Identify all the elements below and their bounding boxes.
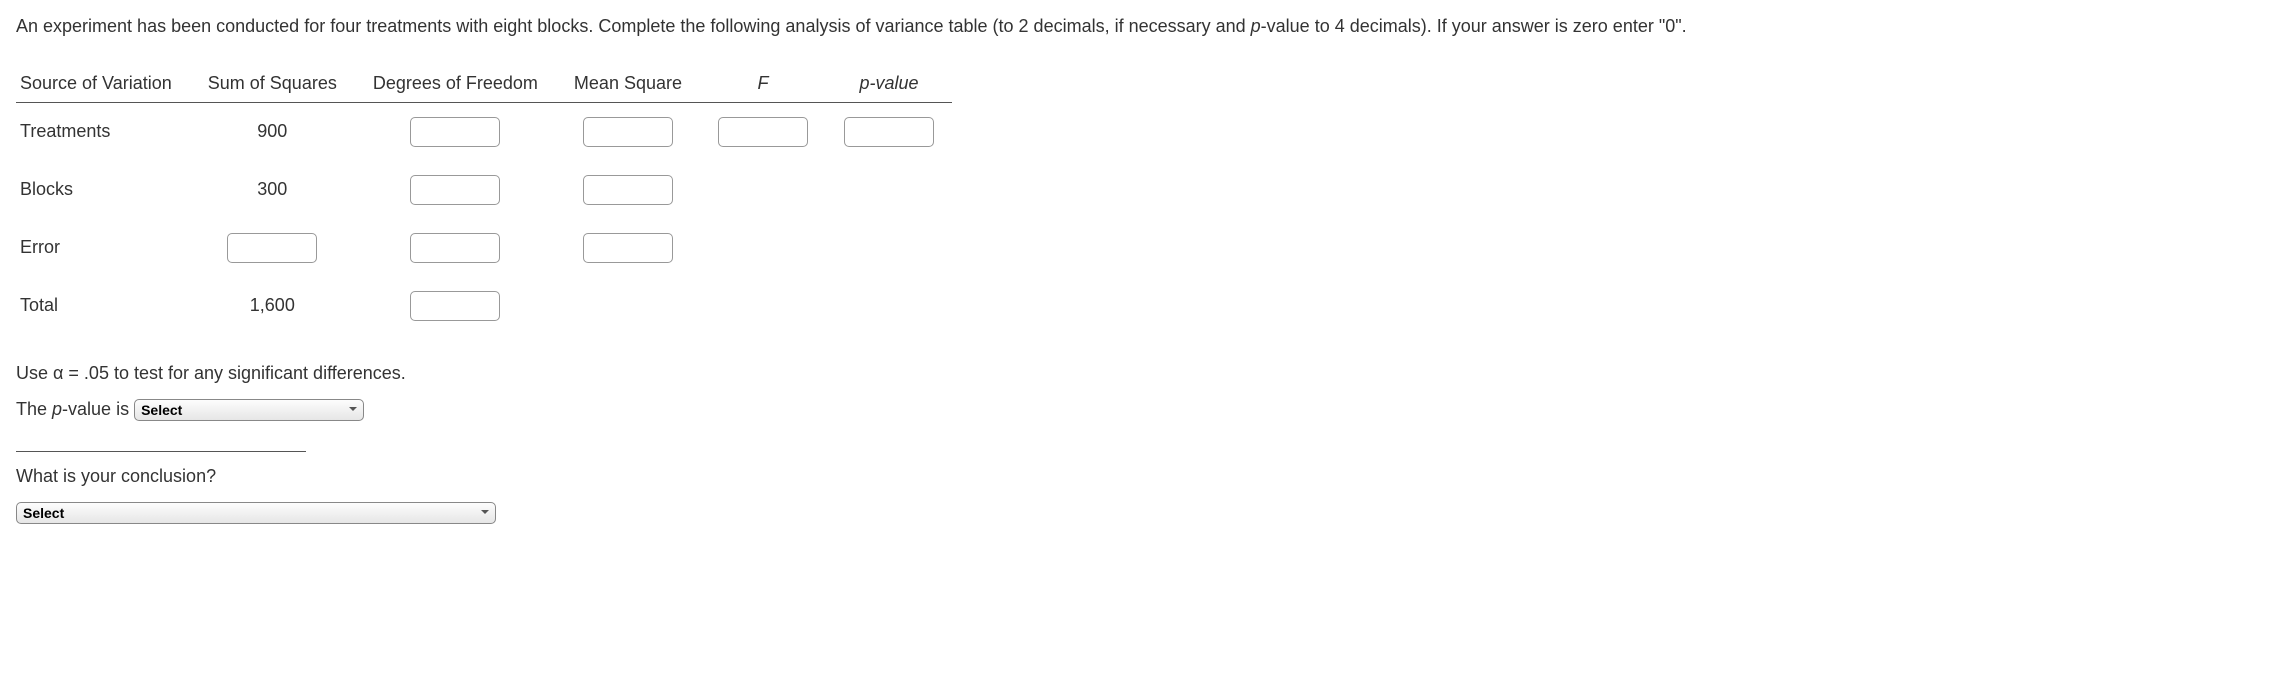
anova-table: Source of Variation Sum of Squares Degre… (16, 65, 952, 335)
ms-blocks-input[interactable] (583, 175, 673, 205)
intro-p-italic: p (1251, 16, 1261, 36)
problem-statement: An experiment has been conducted for fou… (16, 12, 2274, 41)
header-ss: Sum of Squares (190, 65, 355, 103)
ms-treatments-input[interactable] (583, 117, 673, 147)
header-df: Degrees of Freedom (355, 65, 556, 103)
label-total: Total (16, 277, 190, 335)
header-source: Source of Variation (16, 65, 190, 103)
row-treatments: Treatments 900 (16, 102, 952, 161)
pvalue-line: The p-value is Select (16, 391, 2274, 427)
df-treatments-input[interactable] (410, 117, 500, 147)
f-treatments-input[interactable] (718, 117, 808, 147)
label-error: Error (16, 219, 190, 277)
ss-error-input[interactable] (227, 233, 317, 263)
label-blocks: Blocks (16, 161, 190, 219)
ms-error-input[interactable] (583, 233, 673, 263)
row-blocks: Blocks 300 (16, 161, 952, 219)
ss-treatments: 900 (190, 102, 355, 161)
row-total: Total 1,600 (16, 277, 952, 335)
pvalue-select[interactable]: Select (134, 399, 364, 421)
intro-text-2: -value to 4 decimals). If your answer is… (1261, 16, 1687, 36)
conclusion-section: What is your conclusion? (16, 451, 306, 494)
conclusion-question: What is your conclusion? (16, 458, 306, 494)
label-treatments: Treatments (16, 102, 190, 161)
table-header-row: Source of Variation Sum of Squares Degre… (16, 65, 952, 103)
row-error: Error (16, 219, 952, 277)
conclusion-select[interactable]: Select (16, 502, 496, 524)
intro-text-1: An experiment has been conducted for fou… (16, 16, 1251, 36)
ss-total: 1,600 (190, 277, 355, 335)
alpha-instruction: Use α = .05 to test for any significant … (16, 355, 2274, 391)
df-total-input[interactable] (410, 291, 500, 321)
ss-blocks: 300 (190, 161, 355, 219)
df-error-input[interactable] (410, 233, 500, 263)
p-treatments-input[interactable] (844, 117, 934, 147)
header-ms: Mean Square (556, 65, 700, 103)
df-blocks-input[interactable] (410, 175, 500, 205)
header-f: F (700, 65, 826, 103)
header-p: p-value (826, 65, 952, 103)
